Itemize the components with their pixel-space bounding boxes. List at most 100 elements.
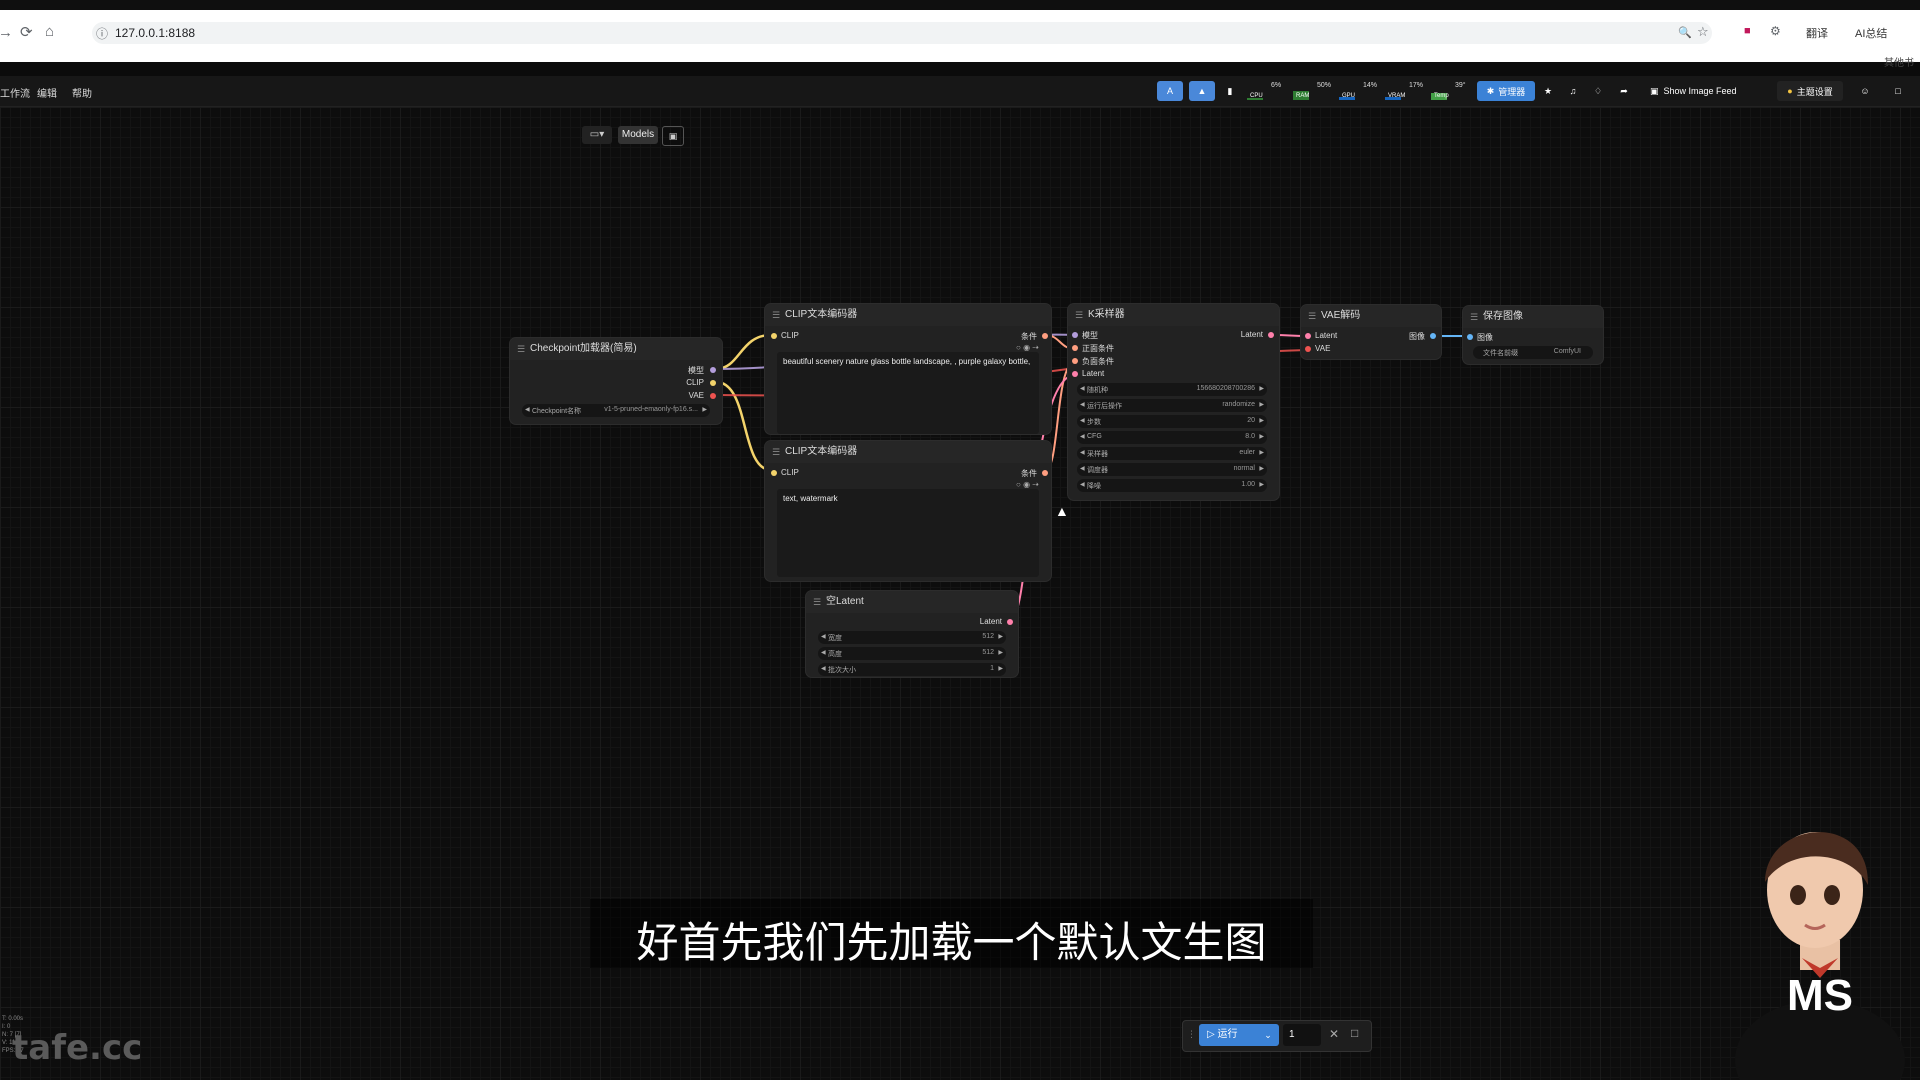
node-title[interactable]: ☰ 保存图像 xyxy=(1463,306,1603,328)
port-dot[interactable] xyxy=(1430,333,1436,339)
run-button[interactable]: ▷ 运行 xyxy=(1199,1024,1257,1046)
node-vae-decode[interactable]: ☰ VAE解码 Latent VAE 图像 xyxy=(1301,305,1441,359)
arrow-right-icon[interactable]: ▶ xyxy=(1259,449,1264,456)
models-button[interactable]: Models xyxy=(618,126,658,144)
port-dot[interactable] xyxy=(1072,345,1078,351)
menu-edit[interactable]: 编辑 xyxy=(37,85,57,100)
node-checkpoint-loader[interactable]: ☰ Checkpoint加载器(简易) 模型 CLIP VAE ◀ Checkpo… xyxy=(510,338,722,424)
user-avatar-icon[interactable]: ☺ xyxy=(1853,81,1877,101)
batch-count-input[interactable]: 1 xyxy=(1283,1024,1321,1046)
scheduler-widget[interactable]: ◀ 调度器 normal ▶ xyxy=(1077,463,1267,476)
ai-summary-button[interactable]: AI总结 xyxy=(1855,25,1887,41)
translate-toggle-button[interactable]: A xyxy=(1157,81,1183,101)
menu-icon[interactable]: ☰ xyxy=(1308,305,1316,327)
home-icon[interactable]: ⌂ xyxy=(45,23,54,40)
menu-icon[interactable]: ☰ xyxy=(1075,304,1083,326)
arrow-left-icon[interactable]: ◀ xyxy=(1080,433,1085,440)
arrow-right-icon[interactable]: ▶ xyxy=(1259,401,1264,408)
arrow-left-icon[interactable]: ◀ xyxy=(1080,481,1085,488)
brush-icon[interactable]: ♢ xyxy=(1590,81,1606,101)
bell-icon[interactable]: ♫ xyxy=(1565,81,1581,101)
folder-dropdown-button[interactable]: ▭▾ xyxy=(582,126,612,144)
arrow-left-icon[interactable]: ◀ xyxy=(1080,417,1085,424)
reload-icon[interactable]: ⟳ xyxy=(20,23,33,41)
node-title[interactable]: ☰ Checkpoint加载器(简易) xyxy=(510,338,722,360)
zoom-icon[interactable]: 🔍 xyxy=(1678,26,1692,39)
arrow-left-icon[interactable]: ◀ xyxy=(1080,385,1085,392)
menu-help[interactable]: 帮助 xyxy=(72,85,92,100)
width-widget[interactable]: ◀ 宽度 512 ▶ xyxy=(818,631,1006,644)
cfg-widget[interactable]: ◀ CFG 8.0 ▶ xyxy=(1077,431,1267,444)
height-widget[interactable]: ◀ 高度 512 ▶ xyxy=(818,647,1006,660)
extension-icon[interactable]: ■ xyxy=(1744,25,1751,37)
address-bar[interactable] xyxy=(92,22,1712,44)
node-title[interactable]: ☰ K采样器 xyxy=(1068,304,1279,326)
port-dot[interactable] xyxy=(771,333,777,339)
port-dot[interactable] xyxy=(1072,371,1078,377)
node-title[interactable]: ☰ 空Latent xyxy=(806,591,1018,613)
arrow-right-icon[interactable]: ▶ xyxy=(998,633,1003,640)
manager-button[interactable]: ✱ 管理器 xyxy=(1477,81,1535,101)
port-dot[interactable] xyxy=(1072,332,1078,338)
menu-icon[interactable]: ☰ xyxy=(772,304,780,326)
back-icon[interactable]: → xyxy=(0,24,13,41)
menu-icon[interactable]: ☰ xyxy=(517,338,525,360)
menu-workflow[interactable]: 工作流 xyxy=(0,85,30,100)
prompt-textarea[interactable]: beautiful scenery nature glass bottle la… xyxy=(777,352,1039,434)
arrow-right-icon[interactable]: ▶ xyxy=(1259,385,1264,392)
bookmark-icon[interactable]: ▮ xyxy=(1222,81,1238,101)
arrow-right-icon[interactable]: ▶ xyxy=(998,665,1003,672)
arrow-left-icon[interactable]: ◀ xyxy=(821,665,826,672)
port-dot[interactable] xyxy=(1305,346,1311,352)
port-dot[interactable] xyxy=(1467,334,1473,340)
sampler-widget[interactable]: ◀ 采样器 euler ▶ xyxy=(1077,447,1267,460)
node-title[interactable]: ☰ CLIP文本编码器 xyxy=(765,441,1051,463)
text-options-icon[interactable]: ○ ◉ ⇢ xyxy=(1016,480,1039,489)
show-image-feed-button[interactable]: ▣ Show Image Feed xyxy=(1650,81,1766,101)
arrow-left-icon[interactable]: ◀ xyxy=(525,406,530,413)
arrow-right-icon[interactable]: ▶ xyxy=(1259,417,1264,424)
arrow-right-icon[interactable]: ▶ xyxy=(1259,481,1264,488)
denoise-widget[interactable]: ◀ 降噪 1.00 ▶ xyxy=(1077,479,1267,492)
arrow-left-icon[interactable]: ◀ xyxy=(1080,401,1085,408)
node-clip-text-negative[interactable]: ☰ CLIP文本编码器 CLIP 条件 ○ ◉ ⇢ text, watermark xyxy=(765,441,1051,581)
node-title[interactable]: ☰ VAE解码 xyxy=(1301,305,1441,327)
prompt-textarea[interactable]: text, watermark xyxy=(777,489,1039,577)
translate-button[interactable]: 翻译 xyxy=(1806,25,1828,41)
node-ksampler[interactable]: ☰ K采样器 模型 正面条件 负面条件 Latent Latent ◀ 随机种 156… xyxy=(1068,304,1279,500)
arrow-left-icon[interactable]: ◀ xyxy=(821,633,826,640)
port-dot[interactable] xyxy=(771,470,777,476)
batch-size-widget[interactable]: ◀ 批次大小 1 ▶ xyxy=(818,663,1006,676)
arrow-right-icon[interactable]: ▶ xyxy=(1259,465,1264,472)
theme-settings-button[interactable]: ● 主题设置 xyxy=(1777,81,1843,101)
port-dot[interactable] xyxy=(710,367,716,373)
seed-widget[interactable]: ◀ 随机种 156680208700286 ▶ xyxy=(1077,383,1267,396)
arrow-right-icon[interactable]: ▶ xyxy=(1259,433,1264,440)
node-save-image[interactable]: ☰ 保存图像 图像 文件名前缀 ComfyUI xyxy=(1463,306,1603,364)
port-dot[interactable] xyxy=(710,380,716,386)
node-empty-latent[interactable]: ☰ 空Latent Latent ◀ 宽度 512 ▶ ◀ 高度 512 ▶ ◀ 批次大小 1 ▶ xyxy=(806,591,1018,677)
node-clip-text-positive[interactable]: ☰ CLIP文本编码器 CLIP 条件 ○ ◉ ⇢ beautiful scene… xyxy=(765,304,1051,434)
filename-prefix-widget[interactable]: 文件名前缀 ComfyUI xyxy=(1473,346,1593,359)
menu-icon[interactable]: ☰ xyxy=(772,441,780,463)
arrow-left-icon[interactable]: ◀ xyxy=(1080,465,1085,472)
node-title[interactable]: ☰ CLIP文本编码器 xyxy=(765,304,1051,326)
arrow-left-icon[interactable]: ◀ xyxy=(1080,449,1085,456)
arrow-right-icon[interactable]: ▶ xyxy=(702,406,707,413)
image-panel-icon[interactable]: ▣ xyxy=(662,126,684,146)
ckpt-name-widget[interactable]: ◀ Checkpoint名称 v1-5-pruned-emaonly-fp16.… xyxy=(522,404,710,417)
panel-toggle-icon[interactable]: □ xyxy=(1890,81,1906,101)
text-options-icon[interactable]: ○ ◉ ⇢ xyxy=(1016,343,1039,352)
star-icon[interactable]: ★ xyxy=(1540,81,1556,101)
close-icon[interactable]: ✕ xyxy=(1329,1027,1339,1041)
stop-icon[interactable]: □ xyxy=(1351,1026,1358,1040)
menu-icon[interactable]: ☰ xyxy=(1470,306,1478,328)
menu-icon[interactable]: ☰ xyxy=(813,591,821,613)
control-after-generate-widget[interactable]: ◀ 运行后操作 randomize ▶ xyxy=(1077,399,1267,412)
puzzle-icon[interactable]: ⚙ xyxy=(1770,24,1781,38)
port-dot[interactable] xyxy=(1305,333,1311,339)
port-dot[interactable] xyxy=(1042,470,1048,476)
port-dot[interactable] xyxy=(1072,358,1078,364)
arrow-left-icon[interactable]: ◀ xyxy=(821,649,826,656)
port-dot[interactable] xyxy=(710,393,716,399)
